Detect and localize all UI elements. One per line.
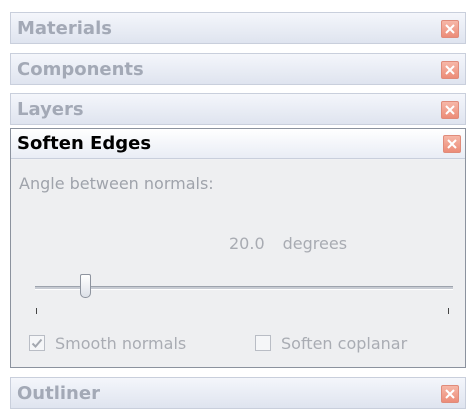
outliner-panel-title: Outliner [17, 383, 100, 404]
close-icon [447, 139, 457, 149]
slider-tick-min [36, 308, 37, 314]
angle-label: Angle between normals: [19, 174, 214, 193]
soften-coplanar-label: Soften coplanar [281, 334, 408, 353]
materials-panel-header[interactable]: Materials [10, 12, 466, 44]
layers-panel-title: Layers [17, 99, 84, 120]
close-outliner-button[interactable] [441, 385, 459, 403]
slider-tick-max [448, 308, 449, 314]
close-layers-button[interactable] [441, 101, 459, 119]
soften-edges-panel: Soften Edges Angle between normals: 20.0… [10, 128, 466, 368]
close-materials-button[interactable] [441, 20, 459, 38]
close-icon [445, 65, 455, 75]
close-components-button[interactable] [441, 61, 459, 79]
components-panel-header[interactable]: Components [10, 53, 466, 85]
components-panel-title: Components [17, 59, 144, 80]
materials-panel-title: Materials [17, 18, 112, 39]
angle-unit: degrees [282, 234, 348, 253]
close-icon [445, 105, 455, 115]
close-icon [445, 24, 455, 34]
soften-edges-panel-header[interactable]: Soften Edges [11, 129, 465, 159]
layers-panel-header[interactable]: Layers [10, 93, 466, 125]
smooth-normals-label: Smooth normals [55, 334, 187, 353]
soften-coplanar-box[interactable] [255, 335, 271, 351]
close-icon [445, 389, 455, 399]
soften-edges-body: Angle between normals: 20.0 degrees Smoot… [11, 160, 465, 367]
angle-value: 20.0 [229, 234, 265, 253]
angle-slider-thumb[interactable] [80, 274, 91, 298]
check-icon [31, 338, 43, 348]
close-soften-edges-button[interactable] [443, 135, 461, 153]
angle-value-readout: 20.0 degrees [229, 234, 347, 253]
smooth-normals-box[interactable] [29, 335, 45, 351]
soften-edges-panel-title: Soften Edges [17, 133, 152, 154]
angle-slider-track[interactable] [35, 286, 453, 290]
outliner-panel-header[interactable]: Outliner [10, 377, 466, 409]
